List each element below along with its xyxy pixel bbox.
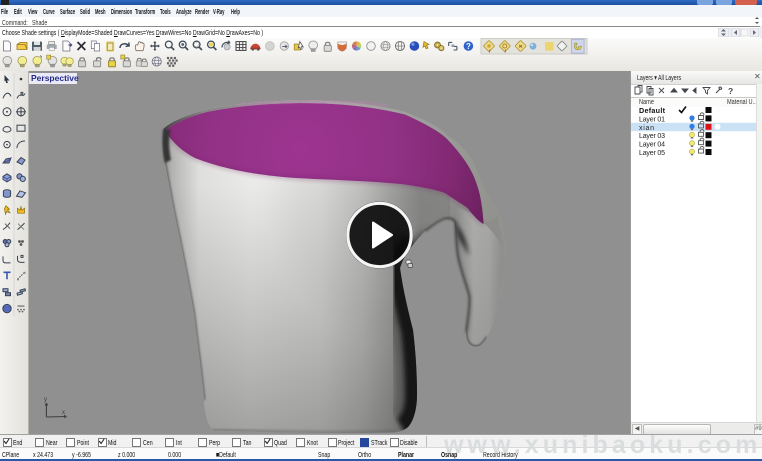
svg-text:Default: Default	[639, 106, 666, 115]
svg-text:xian: xian	[639, 125, 654, 132]
svg-text:?: ?	[728, 86, 733, 96]
svg-text:Layer 05: Layer 05	[639, 150, 665, 157]
svg-text:x: x	[62, 410, 65, 416]
svg-text:Layer 01: Layer 01	[639, 116, 665, 123]
svg-text:?: ?	[466, 42, 471, 51]
svg-text:Layer 03: Layer 03	[639, 133, 665, 140]
svg-text:y: y	[44, 397, 47, 403]
svg-text:Layer 04: Layer 04	[639, 142, 665, 149]
